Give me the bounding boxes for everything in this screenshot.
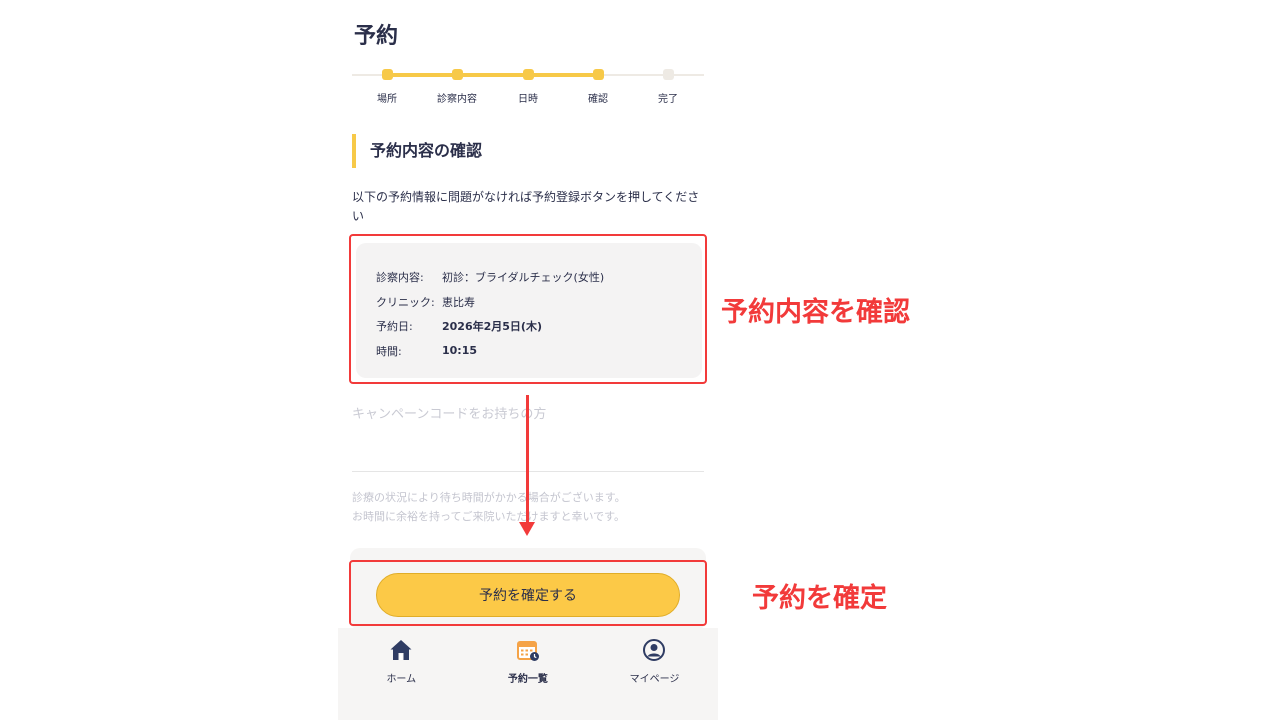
nav-label: ホーム [386, 674, 417, 685]
step-confirm: 確認 [563, 69, 633, 105]
step-label: 診察内容 [437, 94, 477, 105]
step-dot [522, 69, 534, 80]
instruction-text: 以下の予約情報に問題がなければ予約登録ボタンを押してください [352, 190, 700, 223]
nav-item-home[interactable]: ホーム [338, 628, 465, 720]
confirm-highlight-box [349, 560, 707, 626]
review-annotation-label: 予約内容を確認 [721, 297, 910, 328]
calendar-icon [516, 641, 539, 661]
annotation-arrow [526, 395, 529, 523]
nav-label: 予約一覧 [507, 674, 548, 685]
step-label: 完了 [658, 94, 678, 105]
step-label: 場所 [377, 94, 397, 105]
step-dot [592, 69, 604, 80]
step-complete: 完了 [633, 69, 703, 105]
bottom-nav: ホーム 予約一覧 マイページ [338, 628, 718, 720]
section-title: 予約内容の確認 [352, 134, 482, 168]
page-title: 予約 [354, 24, 399, 49]
nav-item-reservations[interactable]: 予約一覧 [465, 628, 592, 720]
user-icon [643, 639, 666, 661]
confirm-annotation-label: 予約を確定 [752, 583, 887, 614]
step-label: 確認 [588, 94, 608, 105]
progress-stepper: 場所 診察内容 日時 確認 完了 [352, 64, 704, 108]
step-dot [381, 69, 393, 80]
step-treatment: 診察内容 [422, 69, 492, 105]
step-dot [451, 69, 463, 80]
arrow-head-icon [519, 522, 535, 536]
home-icon [390, 640, 412, 660]
step-datetime: 日時 [493, 69, 563, 105]
screen: 予約 場所 診察内容 日時 確認 完了 予約内容の確認 以下の予約情報に問題がな… [0, 0, 1280, 720]
review-highlight-box [349, 234, 707, 384]
step-dot [662, 69, 674, 80]
nav-label: マイページ [629, 674, 680, 685]
step-label: 日時 [518, 94, 538, 105]
step-location: 場所 [352, 69, 422, 105]
nav-item-mypage[interactable]: マイページ [591, 628, 718, 720]
